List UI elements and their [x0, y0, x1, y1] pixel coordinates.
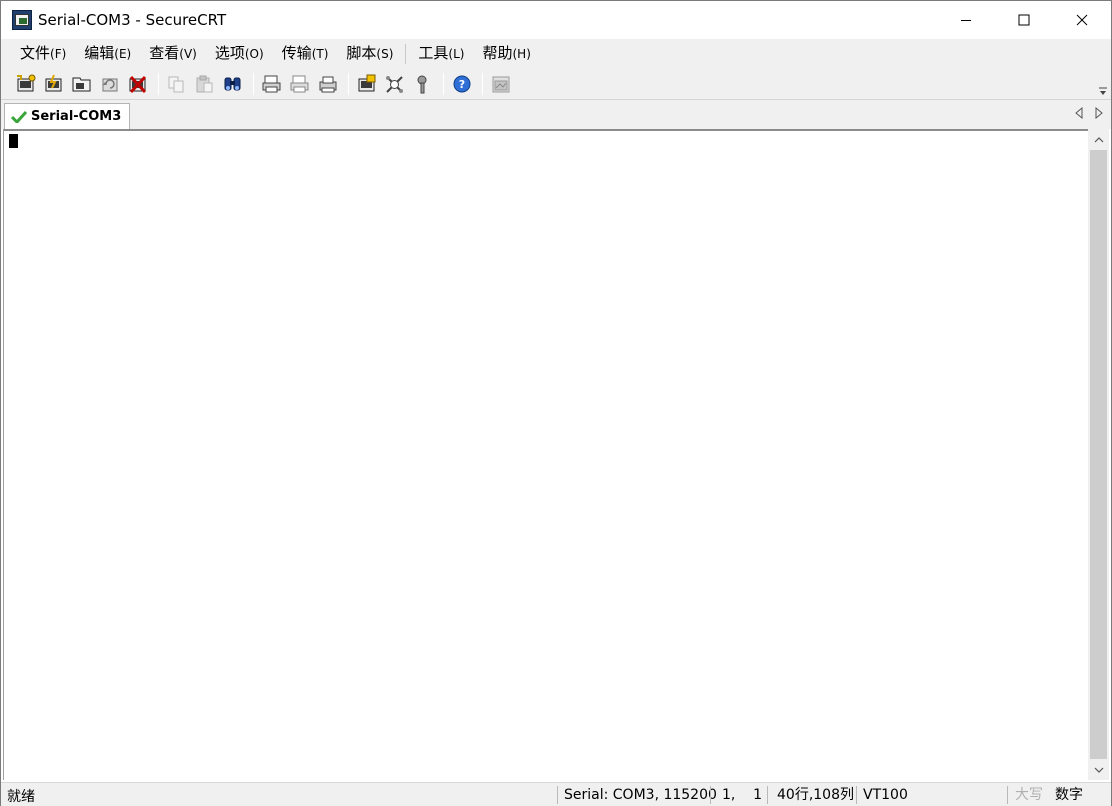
session-options-icon — [358, 74, 376, 91]
copy-icon — [168, 76, 184, 92]
printer-setup-icon — [319, 76, 337, 92]
scroll-up-button[interactable] — [1088, 129, 1109, 150]
status-divider — [856, 786, 857, 804]
global-options-icon — [386, 75, 403, 93]
toolbar-separator — [253, 72, 254, 95]
close-button[interactable] — [1053, 1, 1111, 39]
maximize-icon — [1018, 14, 1030, 26]
menu-separator — [405, 43, 407, 64]
scroll-down-button[interactable] — [1088, 759, 1109, 780]
toolbar: ? — [1, 68, 1111, 100]
help-icon: ? — [453, 75, 471, 92]
connect-button[interactable] — [13, 71, 39, 97]
toolbar-overflow-icon[interactable] — [1098, 85, 1108, 97]
quick-connect-button[interactable] — [41, 71, 67, 97]
svg-text:?: ? — [459, 78, 465, 91]
connect-in-tab-button[interactable] — [69, 71, 95, 97]
maximize-button[interactable] — [995, 1, 1053, 39]
reconnect-icon — [102, 78, 118, 91]
print-selection-icon — [290, 75, 309, 92]
sftp-icon — [492, 76, 510, 92]
tab-label: Serial-COM3 — [31, 109, 122, 124]
printer-setup-button[interactable] — [315, 71, 341, 97]
find-button[interactable] — [220, 71, 246, 97]
print-selection-button[interactable] — [287, 71, 313, 97]
disconnect-icon — [129, 75, 147, 93]
menu-file[interactable]: 文件(F) — [11, 39, 75, 68]
help-button[interactable]: ? — [449, 71, 475, 97]
toolbar-separator — [482, 72, 483, 95]
quick-connect-icon — [45, 74, 62, 91]
status-connection: Serial: COM3, 115200 — [564, 787, 717, 803]
tab-bar: Serial-COM3 — [1, 100, 1111, 129]
menu-tools[interactable]: 工具(L) — [409, 39, 473, 68]
menu-options[interactable]: 选项(O) — [206, 39, 273, 68]
minimize-icon — [961, 20, 971, 21]
disconnect-button[interactable] — [125, 71, 151, 97]
minimize-button[interactable] — [937, 1, 995, 39]
status-cursor-position: 1, 1 — [722, 787, 763, 803]
toolbar-separator — [443, 72, 444, 95]
window-controls — [937, 1, 1111, 39]
status-terminal-size: 40行,108列 — [777, 787, 854, 803]
securecrt-app-icon[interactable] — [12, 10, 32, 30]
print-icon — [262, 75, 281, 92]
tab-navigation — [1075, 107, 1103, 119]
chevron-up-icon — [1094, 136, 1103, 142]
keymap-icon — [417, 75, 427, 93]
menu-help[interactable]: 帮助(H) — [473, 39, 539, 68]
menu-view[interactable]: 查看(V) — [140, 39, 206, 68]
menu-script[interactable]: 脚本(S) — [337, 39, 402, 68]
terminal-area[interactable] — [3, 129, 1088, 780]
toolbar-separator — [348, 72, 349, 95]
keymap-button[interactable] — [410, 71, 436, 97]
window-title: Serial-COM3 - SecureCRT — [38, 11, 227, 29]
session-options-button[interactable] — [354, 71, 380, 97]
tab-serial-com3[interactable]: Serial-COM3 — [4, 103, 131, 129]
scrollbar-thumb[interactable] — [1090, 150, 1107, 759]
status-num-indicator: 数字 — [1055, 787, 1083, 803]
status-divider — [557, 786, 558, 804]
vertical-scrollbar[interactable] — [1088, 129, 1109, 780]
title-bar: Serial-COM3 - SecureCRT — [1, 1, 1111, 39]
menu-bar: 文件(F) 编辑(E) 查看(V) 选项(O) 传输(T) 脚本(S) 工具(L… — [1, 39, 1111, 68]
menu-transfer[interactable]: 传输(T) — [273, 39, 338, 68]
paste-button[interactable] — [192, 71, 218, 97]
reconnect-button[interactable] — [97, 71, 123, 97]
paste-icon — [196, 75, 213, 92]
global-options-button[interactable] — [382, 71, 408, 97]
status-emulation: VT100 — [863, 787, 908, 803]
tab-scroll-right-icon[interactable] — [1095, 107, 1103, 119]
status-divider — [767, 786, 768, 804]
chevron-down-icon — [1094, 767, 1103, 773]
status-divider — [1007, 786, 1008, 804]
connected-check-icon — [11, 110, 27, 123]
find-icon — [224, 77, 241, 90]
connect-in-tab-icon — [72, 77, 91, 91]
tab-scroll-left-icon[interactable] — [1075, 107, 1083, 119]
toolbar-separator — [158, 72, 159, 95]
status-ready-text: 就绪 — [7, 789, 35, 805]
close-icon — [1076, 14, 1088, 26]
status-divider — [710, 786, 711, 804]
sftp-button[interactable] — [488, 71, 514, 97]
status-caps-indicator: 大写 — [1015, 787, 1043, 803]
print-button[interactable] — [259, 71, 285, 97]
menu-edit[interactable]: 编辑(E) — [75, 39, 140, 68]
status-bar: 就绪 Serial: COM3, 115200 1, 1 40行,108列 VT… — [1, 782, 1111, 806]
connect-icon — [17, 74, 36, 91]
securecrt-window: Serial-COM3 - SecureCRT 文件(F) 编辑(E) 查看(V… — [0, 0, 1112, 806]
copy-button[interactable] — [164, 71, 190, 97]
terminal-cursor — [9, 134, 18, 148]
